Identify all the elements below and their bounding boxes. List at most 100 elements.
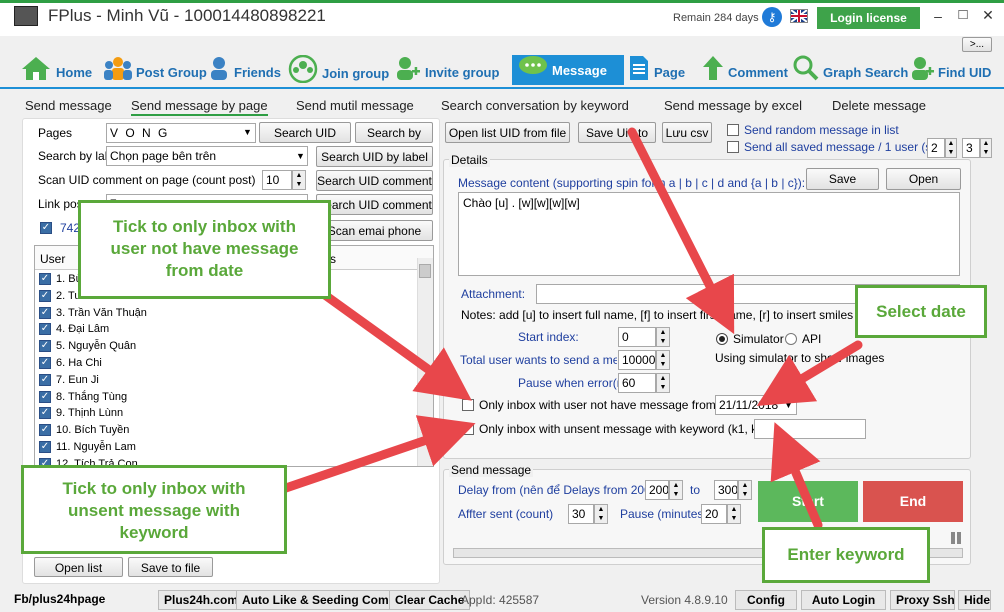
fb-page-link[interactable]: Fb/plus24hpage bbox=[14, 592, 105, 606]
nav-find-uid[interactable]: Find UID bbox=[910, 55, 991, 85]
only-inbox-date-checkbox[interactable] bbox=[462, 399, 474, 411]
open-list-button[interactable]: Open list bbox=[34, 557, 123, 577]
pause-error-spinner[interactable]: ▲ ▼ bbox=[656, 373, 670, 393]
open-content-button[interactable]: Open bbox=[886, 168, 961, 190]
end-button[interactable]: End bbox=[863, 481, 963, 522]
plus24h-link[interactable]: Plus24h.com bbox=[158, 590, 245, 610]
user-checkbox[interactable] bbox=[39, 373, 51, 386]
search-by-button[interactable]: Search by bbox=[355, 122, 433, 143]
start-index-spinner[interactable]: ▲ ▼ bbox=[656, 327, 670, 347]
select-all-checkbox[interactable] bbox=[40, 222, 52, 234]
auto-like-link[interactable]: Auto Like & Seeding Com... bbox=[236, 590, 405, 610]
user-checkbox[interactable] bbox=[39, 273, 51, 286]
user-checkbox[interactable] bbox=[39, 323, 51, 336]
nav-invite-group[interactable]: Invite group bbox=[395, 55, 499, 85]
nav-graph-search[interactable]: Graph Search bbox=[793, 55, 908, 85]
tab-send-message-by-page[interactable]: Send message by page bbox=[131, 98, 268, 116]
simulator-radio[interactable] bbox=[716, 333, 728, 345]
list-item[interactable]: 11. Nguyễn Lam bbox=[35, 439, 433, 456]
list-item[interactable]: 6. Ha Chi bbox=[35, 355, 433, 372]
more-button[interactable]: >... bbox=[962, 37, 992, 52]
count-spinner-1[interactable]: ▲ ▼ bbox=[945, 138, 957, 158]
search-uid-comment-button[interactable]: Search UID comment bbox=[316, 170, 433, 191]
after-sent-field[interactable]: 30 bbox=[568, 504, 594, 524]
nav-comment[interactable]: Comment bbox=[702, 55, 788, 85]
tab-send-by-excel[interactable]: Send message by excel bbox=[664, 98, 802, 113]
uk-flag-icon[interactable] bbox=[790, 9, 808, 23]
key-icon[interactable]: ⚷ bbox=[762, 7, 782, 27]
total-spinner[interactable]: ▲ ▼ bbox=[656, 350, 670, 370]
list-item[interactable]: 4. Đại Lâm bbox=[35, 321, 433, 338]
delay-to-field[interactable]: 300 bbox=[714, 480, 738, 500]
api-radio[interactable] bbox=[785, 333, 797, 345]
nav-page[interactable]: Page bbox=[628, 55, 685, 85]
count-field-2[interactable]: 3 bbox=[962, 138, 980, 158]
total-field[interactable]: 10000 bbox=[618, 350, 656, 370]
list-item[interactable]: 3. Trần Văn Thuận bbox=[35, 305, 433, 322]
count-spinner-2[interactable]: ▲ ▼ bbox=[980, 138, 992, 158]
start-index-field[interactable]: 0 bbox=[618, 327, 656, 347]
all-saved-checkbox[interactable] bbox=[727, 141, 739, 153]
clear-cache-button[interactable]: Clear Cache bbox=[389, 590, 471, 610]
pause-minutes-spinner[interactable]: ▲ ▼ bbox=[727, 504, 741, 524]
pages-select[interactable]: V O N G bbox=[106, 123, 256, 143]
auto-login-button[interactable]: Auto Login bbox=[801, 590, 886, 610]
tab-search-conversation[interactable]: Search conversation by keyword bbox=[441, 98, 629, 113]
save-content-button[interactable]: Save bbox=[806, 168, 879, 190]
scan-count-field[interactable]: 10 bbox=[262, 170, 292, 190]
nav-message[interactable]: Message bbox=[512, 55, 624, 85]
nav-join-group[interactable]: Join group bbox=[288, 54, 389, 85]
list-item[interactable]: 8. Thắng Tùng bbox=[35, 389, 433, 406]
list-item[interactable]: 5. Nguyễn Quân bbox=[35, 338, 433, 355]
nav-friends[interactable]: Friends bbox=[208, 55, 281, 85]
user-checkbox[interactable] bbox=[39, 357, 51, 370]
maximize-button[interactable]: □ bbox=[955, 6, 971, 23]
login-license-button[interactable]: Login license bbox=[817, 7, 920, 29]
random-checkbox[interactable] bbox=[727, 124, 739, 136]
save-to-file-button[interactable]: Save to file bbox=[128, 557, 213, 577]
delay-from-field[interactable]: 200 bbox=[645, 480, 669, 500]
keyword-field[interactable] bbox=[754, 419, 866, 439]
scrollbar-thumb[interactable] bbox=[419, 264, 431, 278]
after-sent-spinner[interactable]: ▲ ▼ bbox=[594, 504, 608, 524]
save-uid-button[interactable]: Save Uid to bbox=[578, 122, 656, 143]
search-uid-comment-button-2[interactable]: Search UID comment bbox=[316, 194, 433, 215]
scrollbar[interactable] bbox=[417, 258, 433, 466]
search-uid-by-label-button[interactable]: Search UID by label bbox=[316, 146, 433, 167]
user-checkbox[interactable] bbox=[39, 441, 51, 454]
list-item[interactable]: 7. Eun Ji bbox=[35, 372, 433, 389]
count-field-1[interactable]: 2 bbox=[927, 138, 945, 158]
hide-button[interactable]: Hide bbox=[958, 590, 991, 610]
scan-email-phone-button[interactable]: Scan emai phone bbox=[316, 220, 433, 241]
minimize-button[interactable]: – bbox=[930, 8, 946, 24]
nav-post-group[interactable]: Post Group bbox=[104, 55, 207, 85]
close-button[interactable]: ✕ bbox=[980, 7, 996, 24]
tab-send-mutil-message[interactable]: Send mutil message bbox=[296, 98, 414, 113]
pause-minutes-field[interactable]: 20 bbox=[701, 504, 727, 524]
user-checkbox[interactable] bbox=[39, 306, 51, 319]
user-checkbox[interactable] bbox=[39, 424, 51, 437]
only-inbox-keyword-checkbox[interactable] bbox=[462, 423, 474, 435]
open-list-uid-button[interactable]: Open list UID from file bbox=[445, 122, 570, 143]
luu-csv-button[interactable]: Lưu csv bbox=[662, 122, 712, 143]
scan-count-spinner[interactable]: ▲ ▼ bbox=[292, 170, 306, 190]
config-button[interactable]: Config bbox=[735, 590, 797, 610]
tab-send-message[interactable]: Send message bbox=[25, 98, 112, 113]
search-uid-button[interactable]: Search UID bbox=[259, 122, 351, 143]
tab-delete-message[interactable]: Delete message bbox=[832, 98, 926, 113]
pause-icon[interactable] bbox=[949, 531, 963, 545]
proxy-ssh-button[interactable]: Proxy Ssh bbox=[890, 590, 955, 610]
pause-error-field[interactable]: 60 bbox=[618, 373, 656, 393]
list-item[interactable]: 9. Thịnh Lùnn bbox=[35, 405, 433, 422]
start-button[interactable]: Start bbox=[758, 481, 858, 522]
user-checkbox[interactable] bbox=[39, 390, 51, 403]
label-select[interactable]: Chọn page bên trên bbox=[106, 146, 308, 166]
message-content-textarea[interactable]: Chào [u] . [w][w][w][w] bbox=[458, 192, 960, 276]
user-checkbox[interactable] bbox=[39, 340, 51, 353]
delay-from-spinner[interactable]: ▲ ▼ bbox=[669, 480, 683, 500]
user-checkbox[interactable] bbox=[39, 289, 51, 302]
user-checkbox[interactable] bbox=[39, 407, 51, 420]
delay-to-spinner[interactable]: ▲ ▼ bbox=[738, 480, 752, 500]
nav-home[interactable]: Home bbox=[20, 55, 92, 85]
list-item[interactable]: 10. Bích Tuyền bbox=[35, 422, 433, 439]
